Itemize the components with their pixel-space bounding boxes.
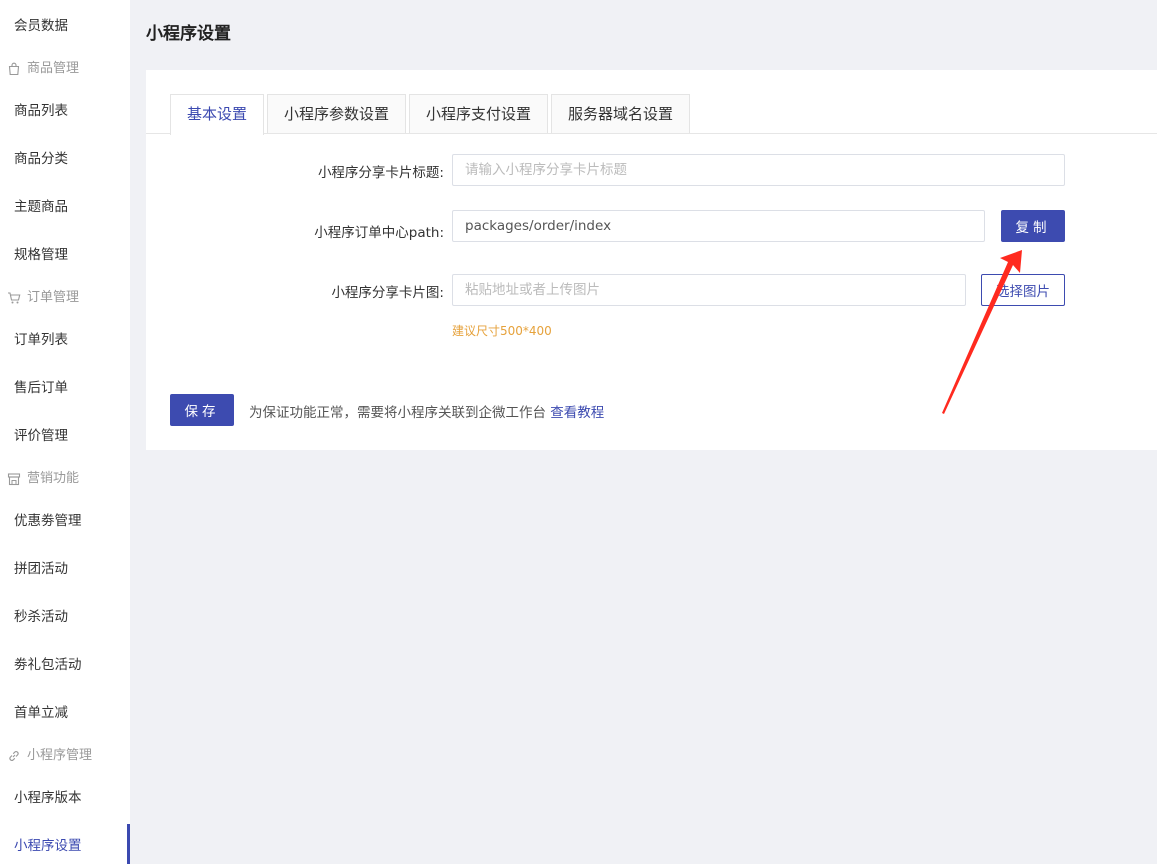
sidebar-group-label: 订单管理 <box>27 290 80 305</box>
sidebar-item-after-sales[interactable]: 售后订单 <box>0 366 130 410</box>
order-path-input[interactable] <box>452 210 985 242</box>
footer-note: 为保证功能正常，需要将小程序关联到企微工作台 查看教程 <box>249 401 604 421</box>
tutorial-link[interactable]: 查看教程 <box>550 405 604 421</box>
sidebar-item-flash-sale[interactable]: 秒杀活动 <box>0 595 130 639</box>
link-icon <box>7 749 21 763</box>
share-image-input[interactable] <box>452 274 966 306</box>
order-path-label: 小程序订单中心path: <box>314 225 444 241</box>
sidebar-group-marketing: 营销功能 <box>0 464 130 494</box>
tab-domain-settings[interactable]: 服务器域名设置 <box>551 94 691 134</box>
sidebar-item-order-list[interactable]: 订单列表 <box>0 318 130 362</box>
tab-divider <box>146 133 1157 134</box>
tab-basic-settings[interactable]: 基本设置 <box>170 94 265 135</box>
save-button[interactable]: 保存 <box>170 394 234 426</box>
settings-card: 基本设置 小程序参数设置 小程序支付设置 服务器域名设置 小程序分享卡片标题: … <box>146 70 1157 450</box>
size-hint: 建议尺寸500*400 <box>452 324 552 338</box>
sidebar-item-miniprogram-settings[interactable]: 小程序设置 <box>0 824 130 864</box>
sidebar-item-first-order-discount[interactable]: 首单立减 <box>0 691 130 735</box>
sidebar-item-coupons[interactable]: 优惠劵管理 <box>0 499 130 543</box>
sidebar-item-miniprogram-version[interactable]: 小程序版本 <box>0 776 130 820</box>
tab-bar: 基本设置 小程序参数设置 小程序支付设置 服务器域名设置 <box>170 94 693 135</box>
cart-icon <box>7 291 21 305</box>
sidebar-group-goods: 商品管理 <box>0 54 130 84</box>
tab-param-settings[interactable]: 小程序参数设置 <box>267 94 407 134</box>
sidebar-group-label: 小程序管理 <box>27 748 93 763</box>
shopping-bag-icon <box>7 62 21 76</box>
sidebar-item-coupon-pack[interactable]: 劵礼包活动 <box>0 643 130 687</box>
sidebar: 会员数据 商品管理 商品列表 商品分类 主题商品 规格管理 订单管理 订单列表 … <box>0 0 130 864</box>
sidebar-item-spec-manage[interactable]: 规格管理 <box>0 233 130 277</box>
footer-note-text: 为保证功能正常，需要将小程序关联到企微工作台 <box>249 405 546 421</box>
share-title-label: 小程序分享卡片标题: <box>317 165 444 181</box>
select-image-button[interactable]: 选择图片 <box>981 274 1065 306</box>
sidebar-item-theme-goods[interactable]: 主题商品 <box>0 185 130 229</box>
tab-payment-settings[interactable]: 小程序支付设置 <box>409 94 549 134</box>
sidebar-group-miniprogram: 小程序管理 <box>0 741 130 771</box>
share-title-input[interactable] <box>452 154 1065 186</box>
copy-button[interactable]: 复制 <box>1001 210 1065 242</box>
sidebar-item-reviews[interactable]: 评价管理 <box>0 414 130 458</box>
sidebar-item-goods-list[interactable]: 商品列表 <box>0 89 130 133</box>
sidebar-group-orders: 订单管理 <box>0 283 130 313</box>
sidebar-group-label: 营销功能 <box>27 471 80 486</box>
store-icon <box>7 472 21 486</box>
sidebar-item-group-buy[interactable]: 拼团活动 <box>0 547 130 591</box>
sidebar-item-member-data[interactable]: 会员数据 <box>0 4 130 48</box>
sidebar-item-goods-category[interactable]: 商品分类 <box>0 137 130 181</box>
sidebar-group-label: 商品管理 <box>27 61 80 76</box>
page-title: 小程序设置 <box>146 24 231 44</box>
share-image-label: 小程序分享卡片图: <box>331 285 444 301</box>
